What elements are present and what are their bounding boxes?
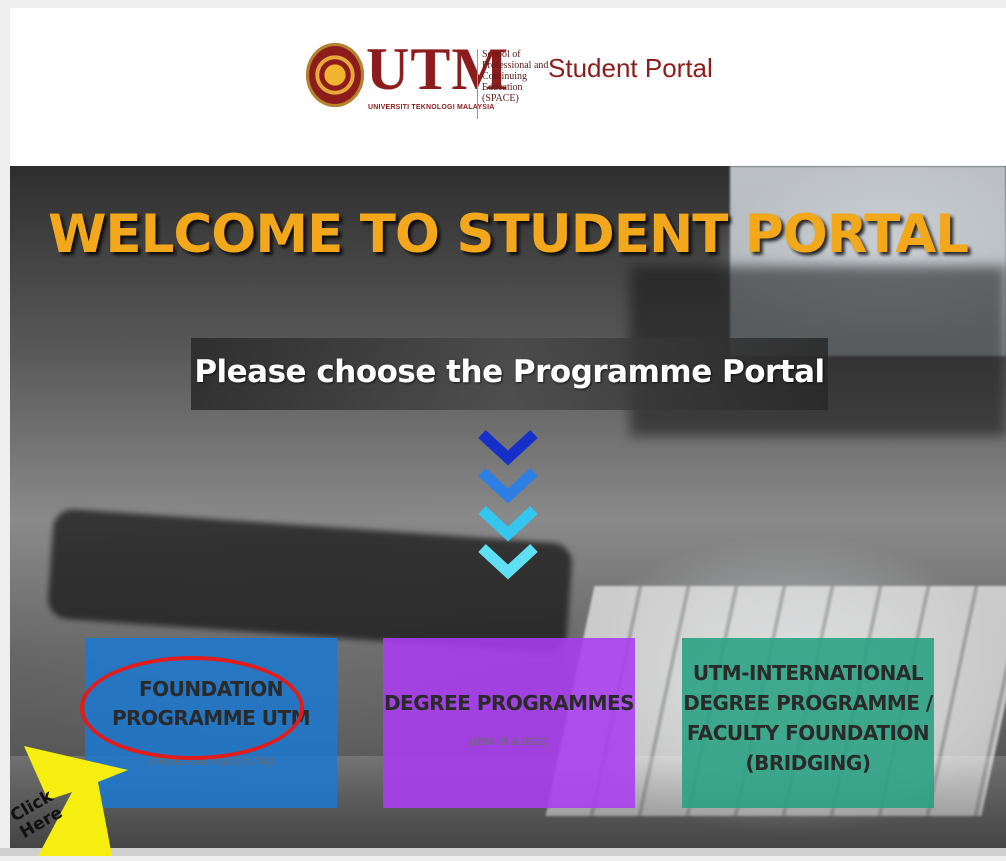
school-line: School of [482,49,521,60]
card-title-line: FACULTY FOUNDATION [686,721,930,745]
card-title-line: DEGREE PROGRAMME / [683,691,933,715]
utm-logo-subtitle: UNIVERSITI TEKNOLOGI MALAYSIA [368,104,495,111]
degree-programmes-card[interactable]: DEGREE PROGRAMMES (BBA IB & BGS) [383,638,635,808]
chevron-stroke [478,543,538,580]
card-title-line: DEGREE PROGRAMMES [383,691,635,715]
chevron-down-icon [478,429,538,466]
chevron-stroke [478,467,538,504]
click-here-annotation: Click Here [0,740,150,856]
header: UTM UNIVERSITI TEKNOLOGI MALAYSIA School… [10,8,1006,166]
chevron-down-icon [478,543,538,580]
chevron-down-icon [478,467,538,504]
down-chevrons [478,428,538,588]
international-programme-card[interactable]: UTM-INTERNATIONAL DEGREE PROGRAMME / FAC… [682,638,934,808]
bottom-strip [0,848,1006,856]
chevron-stroke [478,505,538,542]
chevron-down-icon [478,505,538,542]
choose-text: Please choose the Programme Portal [194,354,825,390]
school-line: Professional and [482,60,549,71]
choose-banner: Please choose the Programme Portal [191,338,828,410]
welcome-heading: WELCOME TO STUDENT PORTAL [47,204,969,265]
card-title-line: UTM-INTERNATIONAL [692,661,924,685]
space-school-name: School of Professional and Continuing Ed… [482,49,552,104]
chevron-stroke [478,429,538,466]
card-title-line: (BRIDGING) [745,751,871,775]
card-subtitle: (BBA IB & BGS) [469,736,549,748]
click-here-arrow-icon [24,746,128,856]
utm-seal-icon [306,43,364,107]
school-line: Education [482,82,523,93]
school-line: (SPACE) [482,93,519,104]
school-line: Continuing [482,71,528,82]
utm-space-logo[interactable]: UTM UNIVERSITI TEKNOLOGI MALAYSIA School… [306,36,726,121]
portal-title: Student Portal [548,53,713,83]
logo-divider [477,49,478,119]
